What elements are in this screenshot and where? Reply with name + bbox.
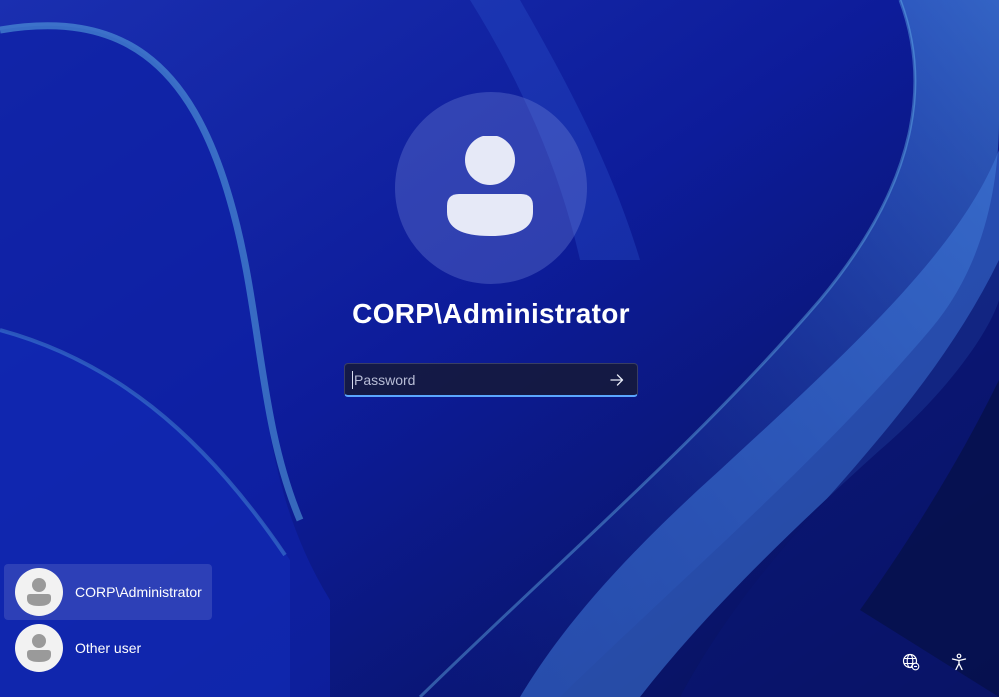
user-silhouette-icon [27,578,51,606]
user-silhouette-icon [27,634,51,662]
user-silhouette-icon [447,136,533,236]
user-item-avatar [15,624,63,672]
user-switcher-list: CORP\Administrator Other user [4,564,214,676]
user-item-label: CORP\Administrator [75,584,202,600]
user-item-label: Other user [75,640,142,656]
password-field-container[interactable] [344,363,638,397]
arrow-right-icon [610,374,624,386]
username-title: CORP\Administrator [352,298,630,329]
network-globe-icon [902,653,920,671]
user-item-other-user[interactable]: Other user [4,620,212,676]
submit-button[interactable] [603,367,631,393]
user-avatar-large [395,92,587,284]
accessibility-button[interactable] [945,648,973,676]
password-input[interactable] [352,371,594,389]
user-item-avatar [15,568,63,616]
network-button[interactable] [897,648,925,676]
lock-screen: CORP\Administrator CORP\Administrator Ot… [0,0,999,697]
accessibility-icon [951,653,967,671]
user-item-administrator[interactable]: CORP\Administrator [4,564,212,620]
